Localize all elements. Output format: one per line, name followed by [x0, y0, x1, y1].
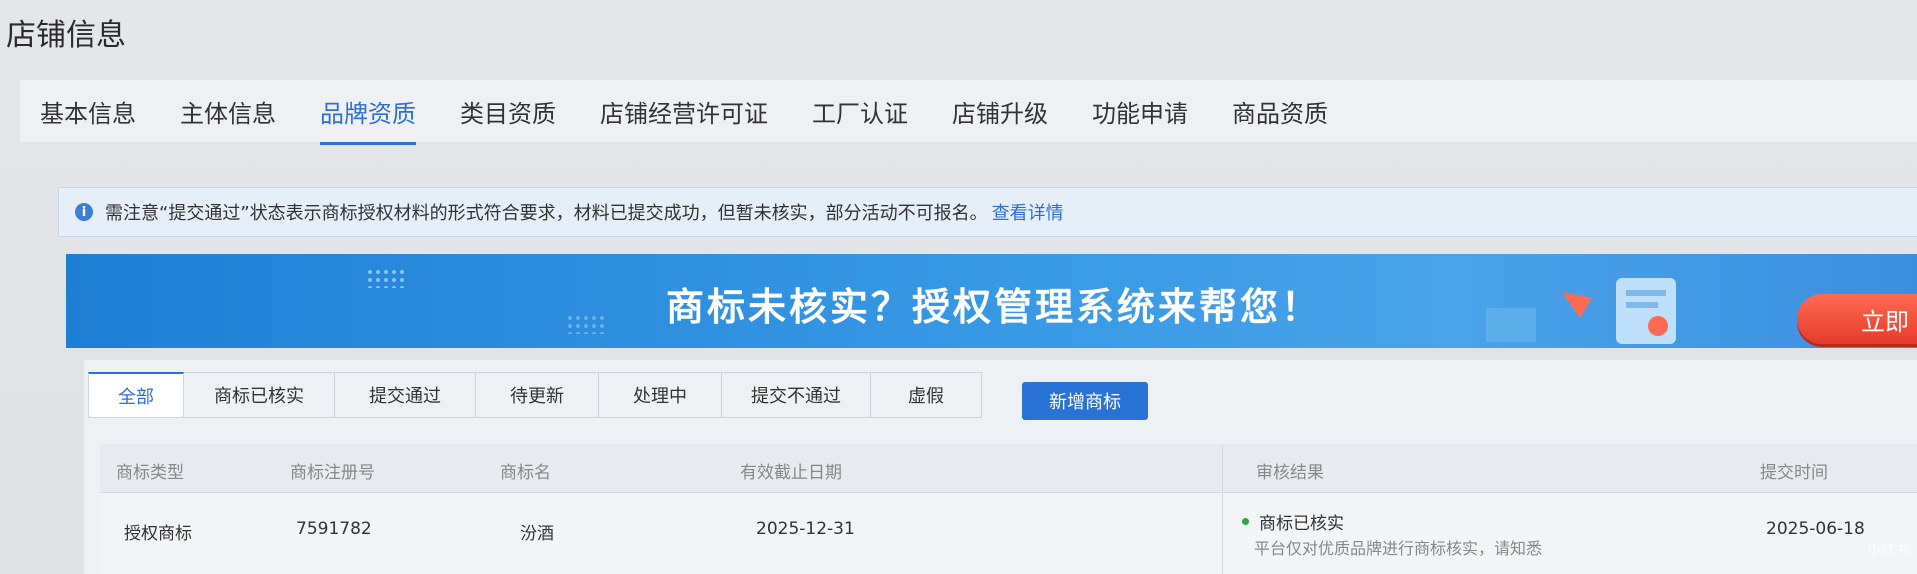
banner-illustration — [1486, 278, 1676, 344]
tab-business-license[interactable]: 店铺经营许可证 — [600, 84, 768, 139]
banner-cta-button[interactable]: 立即 — [1797, 294, 1917, 344]
tab-product-qualification[interactable]: 商品资质 — [1232, 84, 1328, 139]
tab-brand-qualification[interactable]: 品牌资质 — [320, 84, 416, 145]
tab-category-qualification[interactable]: 类目资质 — [460, 84, 556, 139]
watermark: 小红书 — [1867, 543, 1909, 559]
status-filter-tabs: 全部 商标已核实 提交通过 待更新 处理中 提交不通过 虚假 — [88, 372, 982, 418]
tab-factory-certification[interactable]: 工厂认证 — [812, 84, 908, 139]
review-result-description: 平台仅对优质品牌进行商标核实，请知悉 — [1254, 539, 1543, 558]
tab-bar: 基本信息 主体信息 品牌资质 类目资质 店铺经营许可证 工厂认证 店铺升级 功能… — [20, 80, 1917, 145]
trademark-type: 授权商标 — [124, 524, 192, 544]
filter-verified[interactable]: 商标已核实 — [184, 372, 335, 418]
review-result: 商标已核实 — [1242, 509, 1344, 534]
column-header: 商标类型 — [116, 463, 184, 483]
filter-rejected[interactable]: 提交不通过 — [722, 372, 871, 418]
banner-headline: 商标未核实？授权管理系统来帮您！ — [666, 285, 1323, 329]
promo-banner[interactable]: 商标未核实？授权管理系统来帮您！ 立即 — [66, 254, 1917, 348]
column-header: 审核结果 — [1256, 463, 1324, 483]
registration-number: 7591782 — [296, 519, 372, 539]
trademark-name: 汾酒 — [520, 524, 554, 544]
filter-processing[interactable]: 处理中 — [599, 372, 722, 418]
store-info-page: 店铺信息 基本信息 主体信息 品牌资质 类目资质 店铺经营许可证 工厂认证 店铺… — [0, 0, 1917, 574]
notice-text: 需注意“提交通过”状态表示商标授权材料的形式符合要求，材料已提交成功，但暂未核实… — [105, 203, 988, 224]
table-header: 商标类型 商标注册号 商标名 有效截止日期 审核结果 提交时间 — [100, 444, 1917, 493]
trademark-panel: 全部 商标已核实 提交通过 待更新 处理中 提交不通过 虚假 新增商标 商标类型… — [84, 360, 1917, 574]
table-row: 授权商标 7591782 汾酒 2025-12-31 商标已核实 平台仅对优质品… — [100, 493, 1917, 574]
review-result-label: 商标已核实 — [1259, 514, 1344, 534]
banner-decoration — [366, 268, 406, 288]
filter-all[interactable]: 全部 — [88, 372, 184, 418]
filter-pending-update[interactable]: 待更新 — [476, 372, 599, 418]
tab-entity-info[interactable]: 主体信息 — [180, 84, 276, 139]
notice-bar: i 需注意“提交通过”状态表示商标授权材料的形式符合要求，材料已提交成功，但暂未… — [58, 187, 1917, 237]
filter-submitted[interactable]: 提交通过 — [335, 372, 476, 418]
tab-feature-application[interactable]: 功能申请 — [1092, 84, 1188, 139]
column-header: 提交时间 — [1760, 463, 1828, 483]
filter-fake[interactable]: 虚假 — [871, 372, 982, 418]
column-header: 商标注册号 — [290, 463, 375, 483]
banner-decoration — [566, 314, 606, 334]
column-divider — [1222, 444, 1223, 574]
add-trademark-button[interactable]: 新增商标 — [1022, 382, 1148, 420]
submit-time: 2025-06-18 — [1766, 519, 1865, 539]
page-title: 店铺信息 — [6, 18, 126, 53]
info-icon: i — [75, 203, 93, 221]
column-header: 商标名 — [500, 463, 551, 483]
tab-store-upgrade[interactable]: 店铺升级 — [952, 84, 1048, 139]
tab-basic-info[interactable]: 基本信息 — [40, 84, 136, 139]
column-header: 有效截止日期 — [740, 463, 842, 483]
notice-details-link[interactable]: 查看详情 — [992, 199, 1064, 225]
status-dot-icon — [1242, 518, 1249, 525]
expiry-date: 2025-12-31 — [756, 519, 855, 539]
